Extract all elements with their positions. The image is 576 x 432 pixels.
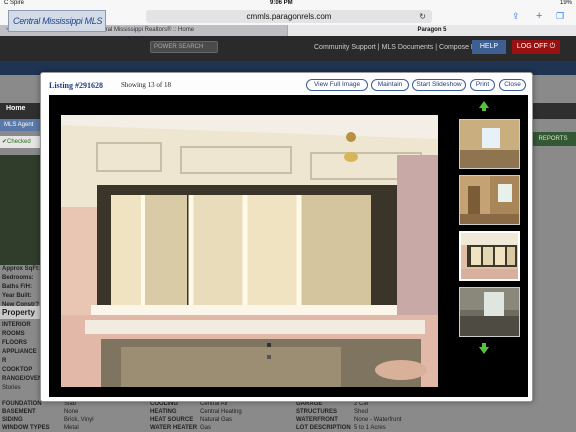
logo-text: Central Mississippi MLS	[13, 16, 103, 26]
summary-label: Year Built:	[2, 293, 32, 299]
feature-label: RANGE/OVEN	[2, 376, 43, 382]
start-slideshow-button[interactable]: Start Slideshow	[412, 79, 466, 91]
table-row: BASEMENT None HEATING Central Heating ST…	[0, 408, 576, 416]
feature-label: INTERIOR	[2, 322, 31, 328]
logoff-label: LOG OFF	[516, 43, 548, 50]
logoff-button[interactable]: LOG OFF ⏻	[512, 40, 560, 54]
table-cell: FOUNDATION	[2, 401, 42, 407]
tab-paragon[interactable]: Paragon 5	[288, 25, 576, 36]
table-cell: Central Heating	[200, 409, 242, 415]
mls-logo[interactable]: Central Mississippi MLS	[8, 10, 106, 32]
table-cell: SIDING	[2, 417, 23, 423]
table-cell: None	[64, 409, 79, 415]
print-button[interactable]: Print	[470, 79, 495, 91]
arrow-up-icon[interactable]	[479, 101, 489, 111]
table-cell: STRUCTURES	[296, 409, 338, 415]
table-cell: 5 to 1 Acres	[354, 425, 386, 431]
main-photo[interactable]	[61, 115, 438, 387]
photo-stage	[49, 95, 528, 397]
reload-icon[interactable]: ↻	[419, 10, 426, 23]
table-row: SIDING Brick, Vinyl HEAT SOURCE Natural …	[0, 416, 576, 424]
feature-label: COOKTOP	[2, 367, 33, 373]
summary-label: Bedrooms:	[2, 275, 34, 281]
arrow-down-icon[interactable]	[479, 343, 489, 354]
carrier-label: C Spire	[4, 0, 25, 6]
table-cell: HEATING	[150, 409, 177, 415]
maintain-button[interactable]: Maintain	[371, 79, 409, 91]
url-text: cmmls.paragonrels.com	[246, 12, 332, 21]
search-placeholder: POWER SEARCH	[154, 44, 204, 50]
tab-label: Paragon 5	[417, 27, 447, 33]
property-heading: Property	[0, 306, 40, 319]
new-tab-icon[interactable]: +	[536, 9, 542, 23]
table-cell: None - Waterfront	[354, 417, 402, 423]
thumbnail[interactable]	[459, 119, 520, 169]
clock: 9:06 PM	[270, 0, 293, 6]
table-cell: Gas	[200, 425, 212, 431]
table-cell: LOT DESCRIPTION	[296, 425, 351, 431]
listing-summary: Approx SqFt: Bedrooms: Baths F/H: Year B…	[0, 265, 40, 310]
feature-label: FLOORS	[2, 340, 27, 346]
summary-label: Baths F/H:	[2, 284, 32, 290]
share-icon[interactable]: ⇪	[512, 9, 520, 23]
help-button[interactable]: HELP	[472, 40, 506, 54]
table-cell: BASEMENT	[2, 409, 36, 415]
photo-viewer-modal: Listing #291628 Showing 13 of 18 View Fu…	[40, 72, 533, 402]
table-cell: WATERFRONT	[296, 417, 338, 423]
thumbnail[interactable]	[459, 175, 520, 225]
feature-label: APPLIANCE R	[2, 349, 37, 364]
summary-label: Approx SqFt:	[2, 266, 40, 272]
checked-filter[interactable]: ✔Checked	[0, 136, 40, 148]
tab-mls-agent[interactable]: MLS Agent	[0, 119, 40, 131]
close-button[interactable]: Close	[499, 79, 526, 91]
feature-label: ROOMS	[2, 331, 25, 337]
table-cell: WATER HEATER	[150, 425, 198, 431]
address-bar[interactable]: cmmls.paragonrels.com ↻	[146, 10, 432, 23]
view-full-image-button[interactable]: View Full Image	[306, 79, 368, 91]
tabs-overview-icon[interactable]: ❐	[556, 9, 564, 23]
table-cell: WINDOW TYPES	[2, 425, 50, 431]
nav-home[interactable]: Home	[6, 105, 25, 112]
table-cell: Brick, Vinyl	[64, 417, 94, 423]
table-cell: Natural Gas	[200, 417, 233, 423]
table-cell: Metal	[64, 425, 79, 431]
power-search-input[interactable]: POWER SEARCH	[150, 41, 218, 53]
header-links[interactable]: Community Support | MLS Documents | Comp…	[314, 44, 488, 51]
app-header: POWER SEARCH Community Support | MLS Doc…	[0, 36, 576, 61]
thumbnail[interactable]	[459, 287, 520, 337]
thumbnail-selected[interactable]	[459, 231, 520, 281]
listing-photo	[0, 155, 40, 265]
tab-label: Central Mississippi Realtors® :: Home	[92, 27, 195, 33]
feature-label: Stories	[2, 385, 21, 391]
listing-title: Listing #291628	[49, 81, 104, 90]
status-bar: C Spire 9:06 PM 19%	[0, 0, 576, 8]
thumbnail-strip	[449, 95, 528, 397]
table-cell: Shed	[354, 409, 369, 415]
table-cell: HEAT SOURCE	[150, 417, 194, 423]
battery-label: 19%	[559, 0, 572, 6]
reports-button[interactable]: REPORTS	[530, 132, 576, 146]
photo-counter: Showing 13 of 18	[121, 81, 171, 89]
checked-label: Checked	[7, 139, 31, 145]
feature-list: INTERIOR ROOMS FLOORS APPLIANCE R COOKTO…	[0, 321, 43, 393]
details-table: FOUNDATION Slab COOLING Central Air GARA…	[0, 400, 576, 432]
table-row: WINDOW TYPES Metal WATER HEATER Gas LOT …	[0, 424, 576, 432]
